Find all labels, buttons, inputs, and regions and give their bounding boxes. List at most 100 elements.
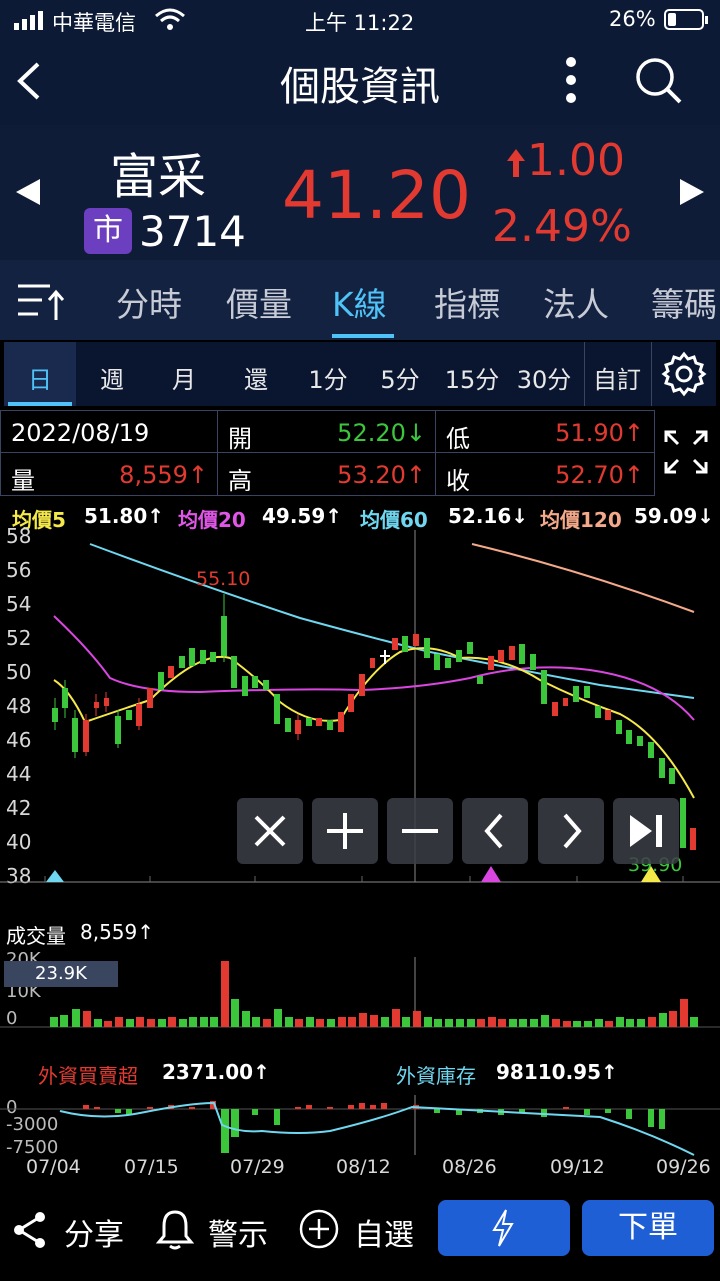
foreign-net-value: 2371.00↑ — [162, 1060, 270, 1084]
period-month[interactable]: 月 — [148, 360, 220, 395]
volume-value: 8,559↑ — [119, 461, 208, 489]
bottom-action-bar: 分享 警示 自選 下單 — [0, 1188, 720, 1281]
info-close-cell: 收 52.70↑ — [435, 452, 655, 496]
close-value: 52.70↑ — [555, 461, 644, 489]
period-30min[interactable]: 30分 — [508, 360, 580, 395]
volume-section-label: 成交量 — [6, 924, 66, 948]
page-title: 個股資訊 — [280, 64, 440, 110]
period-adjusted[interactable]: 還 — [220, 360, 292, 395]
price-change-pct: 2.49% — [492, 201, 632, 252]
ma5-value: 51.80↑ — [84, 504, 165, 528]
high-marker: 55.10 — [196, 568, 251, 590]
tab-chips[interactable]: 籌碼 — [651, 278, 717, 326]
stock-price: 41.20 — [282, 157, 471, 234]
jump-latest-button[interactable] — [613, 798, 679, 864]
close-control-button[interactable] — [237, 798, 303, 864]
up-arrow-icon — [506, 147, 526, 183]
volume-max-box: 23.9K — [4, 961, 118, 987]
x-date-1: 07/15 — [124, 1156, 179, 1178]
foreign-hold-value: 98110.95↑ — [496, 1060, 618, 1084]
foreign-chart[interactable] — [0, 1095, 720, 1157]
wifi-icon — [154, 8, 186, 37]
status-bar: 中華電信 上午 11:22 26% — [0, 0, 720, 40]
open-label: 開 — [228, 425, 252, 453]
minus-icon — [402, 829, 438, 833]
tab-institutional[interactable]: 法人 — [543, 278, 609, 326]
market-badge: 市 — [84, 208, 132, 254]
ma20-label: 均價20 — [178, 508, 246, 532]
ma120-value: 59.09↓ — [634, 504, 715, 528]
share-button[interactable]: 分享 — [64, 1210, 124, 1254]
x-date-2: 07/29 — [230, 1156, 285, 1178]
period-15min[interactable]: 15分 — [436, 360, 508, 395]
x-date-6: 09/26 — [656, 1156, 711, 1178]
period-custom[interactable]: 自訂 — [584, 360, 650, 395]
marker-ma20 — [481, 866, 501, 882]
carrier-label: 中華電信 — [52, 11, 136, 35]
period-selector: 日 週 月 還 1分 5分 15分 30分 自訂 — [4, 342, 716, 406]
bell-icon[interactable] — [155, 1208, 195, 1254]
zoom-out-button[interactable] — [387, 798, 453, 864]
ma60-line — [89, 543, 695, 699]
volume-label: 量 — [11, 467, 35, 495]
scroll-left-button[interactable] — [462, 798, 528, 864]
more-icon[interactable] — [561, 56, 581, 110]
scroll-right-button[interactable] — [538, 798, 604, 864]
add-circle-icon[interactable] — [298, 1208, 340, 1254]
period-day[interactable]: 日 — [4, 360, 76, 395]
search-icon[interactable] — [634, 56, 684, 110]
stock-name: 富采 — [110, 149, 207, 205]
foreign-hold-label: 外資庫存 — [396, 1064, 476, 1088]
stock-code: 3714 — [139, 207, 246, 256]
ma120-label: 均價120 — [540, 508, 622, 532]
close-label: 收 — [446, 467, 470, 495]
lightning-icon — [492, 1209, 514, 1247]
period-week[interactable]: 週 — [76, 360, 148, 395]
high-value: 53.20↑ — [337, 461, 426, 489]
period-5min[interactable]: 5分 — [364, 360, 436, 395]
info-volume-cell: 量 8,559↑ — [0, 452, 219, 496]
clock: 上午 11:22 — [305, 11, 415, 35]
foreign-net-label: 外資買賣超 — [38, 1064, 138, 1088]
ma120-line — [471, 543, 695, 613]
high-label: 高 — [228, 467, 252, 495]
chevron-right-icon — [563, 813, 582, 849]
tab-indicators[interactable]: 指標 — [434, 278, 500, 326]
info-high-cell: 高 53.20↑ — [217, 452, 437, 496]
low-value: 51.90↑ — [555, 419, 644, 447]
x-date-4: 08/26 — [442, 1156, 497, 1178]
share-icon[interactable] — [12, 1210, 48, 1254]
watchlist-button[interactable]: 自選 — [354, 1210, 414, 1254]
period-1min[interactable]: 1分 — [292, 360, 364, 395]
next-stock-icon[interactable] — [678, 177, 706, 211]
app-header: 個股資訊 — [0, 40, 720, 125]
sort-menu-icon[interactable] — [16, 280, 65, 326]
info-low-cell: 低 51.90↑ — [435, 410, 655, 454]
quick-order-button[interactable] — [438, 1200, 570, 1256]
tab-kline[interactable]: K線 — [332, 278, 387, 326]
info-date-cell: 2022/08/19 — [0, 410, 219, 454]
close-icon — [254, 815, 286, 847]
chevron-left-icon — [484, 813, 503, 849]
stock-quote: 富采 市 3714 41.20 1.00 2.49% — [0, 125, 720, 260]
gear-icon[interactable] — [660, 350, 708, 402]
function-tabs: 分時 價量 K線 指標 法人 籌碼 — [0, 260, 720, 340]
foreign-hold-line — [59, 1101, 695, 1156]
fullscreen-icon[interactable] — [664, 430, 708, 478]
tab-minute[interactable]: 分時 — [116, 278, 182, 326]
battery-icon — [664, 9, 710, 36]
ma60-value: 52.16↓ — [448, 504, 529, 528]
marker-ma60 — [46, 870, 64, 882]
low-label: 低 — [446, 425, 470, 453]
alert-button[interactable]: 警示 — [208, 1210, 268, 1254]
zoom-in-button[interactable] — [312, 798, 378, 864]
prev-stock-icon[interactable] — [14, 177, 42, 211]
tab-price-volume[interactable]: 價量 — [226, 278, 292, 326]
ma60-label: 均價60 — [360, 508, 428, 532]
tab-active-indicator — [332, 334, 394, 338]
place-order-button[interactable]: 下單 — [582, 1200, 714, 1256]
x-date-5: 09/12 — [550, 1156, 605, 1178]
open-value: 52.20↓ — [337, 419, 426, 447]
x-date-3: 08/12 — [336, 1156, 391, 1178]
skip-end-icon — [630, 815, 662, 847]
